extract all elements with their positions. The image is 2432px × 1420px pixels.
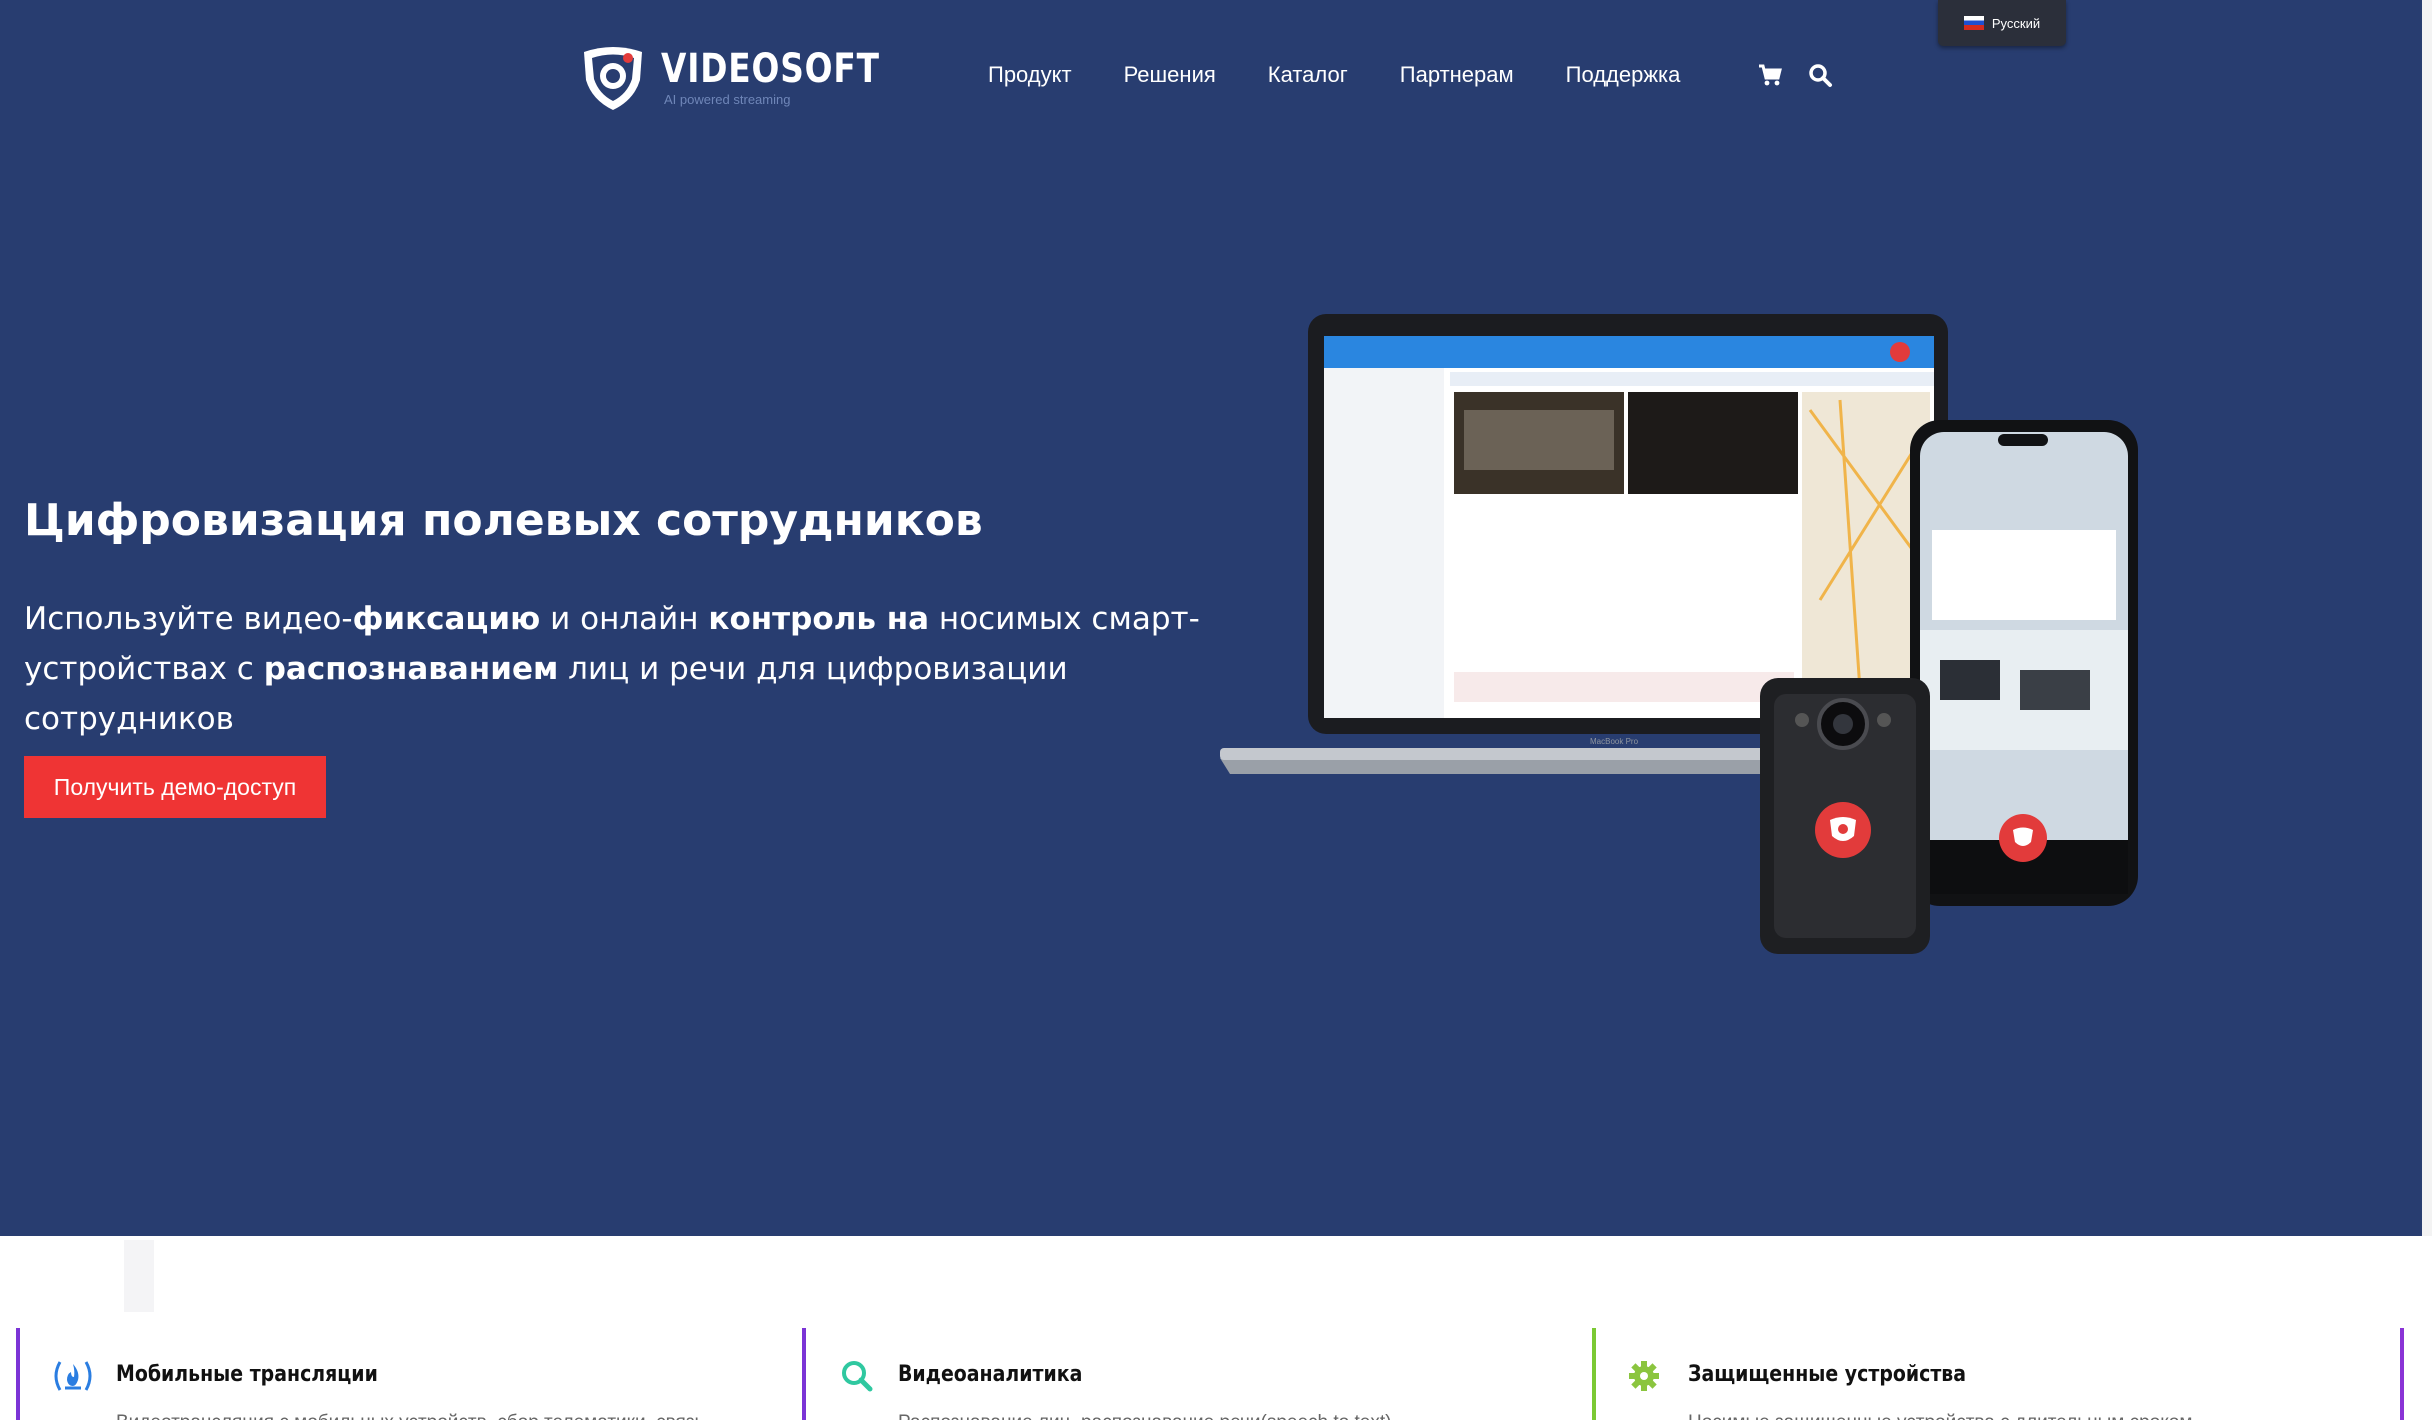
shield-logo-icon bbox=[584, 47, 642, 110]
hero-description: Используйте видео-фиксацию и онлайн конт… bbox=[24, 594, 1204, 744]
decorative-block bbox=[124, 1240, 154, 1312]
hero-title: Цифровизация полевых сотрудников bbox=[24, 495, 983, 546]
language-label: Русский bbox=[1991, 15, 2041, 31]
hero-text-bold: распознаванием bbox=[263, 651, 559, 687]
hero-text-part: Используйте видео- bbox=[24, 601, 353, 637]
logo-text: VIDEOSOFT bbox=[661, 46, 880, 92]
logo[interactable]: VIDEOSOFT AI powered streaming bbox=[578, 42, 879, 112]
feature-description: Носимые защищенные устройства с длительн… bbox=[1688, 1412, 2192, 1420]
hero-text-bold: фиксацию bbox=[352, 601, 541, 637]
hero-text-bold: контроль на bbox=[708, 601, 930, 637]
broadcast-icon bbox=[54, 1361, 92, 1391]
main-nav: Продукт Решения Каталог Партнерам Поддер… bbox=[988, 60, 1680, 90]
laptop-model-label: MacBook Pro bbox=[1590, 737, 1639, 746]
nav-item-support[interactable]: Поддержка bbox=[1566, 62, 1681, 88]
search-icon[interactable] bbox=[1807, 62, 1833, 88]
feature-title: Защищенные устройства bbox=[1688, 1362, 1967, 1387]
language-switcher[interactable]: Русский bbox=[1938, 0, 2066, 46]
nav-item-partners[interactable]: Партнерам bbox=[1400, 62, 1514, 88]
feature-description: Распознавание лиц, распознавание речи(sp… bbox=[898, 1412, 1397, 1420]
hero-text-part: и онлайн bbox=[540, 601, 709, 637]
nav-item-solutions[interactable]: Решения bbox=[1124, 62, 1216, 88]
russian-flag-icon bbox=[1963, 16, 1984, 30]
logo-tagline: AI powered streaming bbox=[664, 92, 791, 107]
feature-title: Видеоаналитика bbox=[898, 1362, 1083, 1387]
cart-icon[interactable] bbox=[1757, 62, 1783, 88]
search-icon bbox=[842, 1361, 873, 1392]
gear-icon bbox=[1629, 1361, 1659, 1391]
feature-card-secure-devices[interactable]: Защищенные устройства Носимые защищенные… bbox=[1592, 1328, 2404, 1420]
feature-card-mobile-streaming[interactable]: Мобильные трансляции Видеотрансляция с м… bbox=[16, 1328, 786, 1420]
phone-image bbox=[1910, 420, 2138, 906]
get-demo-button[interactable]: Получить демо-доступ bbox=[24, 756, 326, 818]
devices-illustration: MacBook Pro bbox=[1220, 314, 2138, 954]
feature-description: Видеотрансляция с мобильных устройств, с… bbox=[116, 1412, 704, 1420]
page-scrollbar[interactable] bbox=[2422, 0, 2432, 1236]
feature-card-video-analytics[interactable]: Видеоаналитика Распознавание лиц, распоз… bbox=[802, 1328, 1582, 1420]
nav-item-catalog[interactable]: Каталог bbox=[1268, 62, 1348, 88]
feature-title: Мобильные трансляции bbox=[116, 1362, 378, 1387]
hero-section: VIDEOSOFT AI powered streaming Продукт Р… bbox=[0, 0, 2422, 1236]
body-camera-image bbox=[1760, 678, 1930, 954]
nav-item-product[interactable]: Продукт bbox=[988, 62, 1072, 88]
